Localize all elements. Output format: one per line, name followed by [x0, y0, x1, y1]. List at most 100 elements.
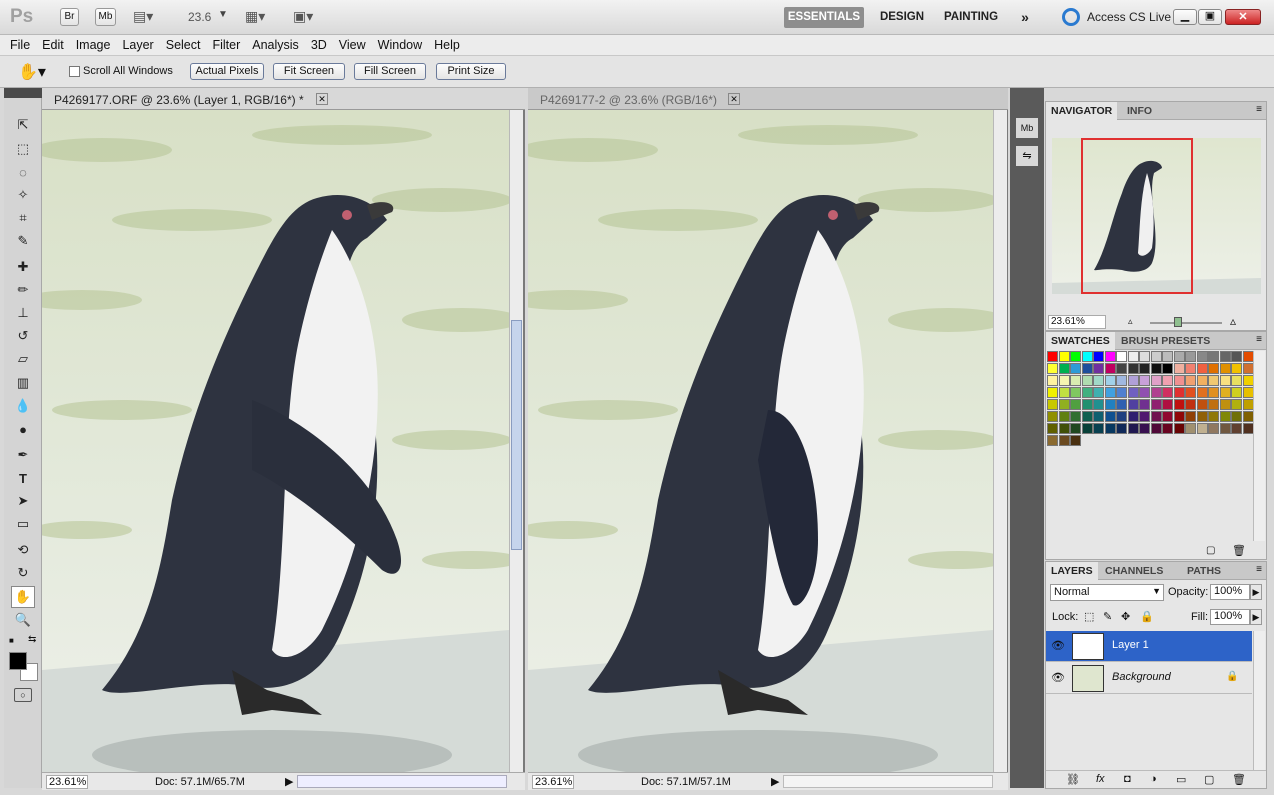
layer-1-name[interactable]: Layer 1 — [1112, 639, 1149, 651]
color-swatch[interactable] — [1081, 351, 1093, 362]
zoom-dropdown-icon[interactable]: ▼ — [218, 9, 228, 20]
color-swatch[interactable] — [1070, 399, 1081, 410]
color-swatch[interactable] — [1058, 363, 1070, 374]
more-workspaces-icon[interactable]: » — [1014, 7, 1036, 28]
fill-arrow-icon[interactable]: ▶ — [1250, 609, 1262, 625]
background-visibility-eye-icon[interactable]: 👁 — [1051, 671, 1065, 684]
lock-transparency-icon[interactable]: ⬚ — [1084, 610, 1094, 623]
color-swatch[interactable] — [1047, 375, 1058, 386]
color-swatch[interactable] — [1185, 351, 1196, 362]
hand-tool-preset-icon[interactable]: ✋▾ — [18, 62, 46, 82]
brush-tool-icon[interactable]: ✏ — [11, 279, 35, 301]
menu-image[interactable]: Image — [70, 35, 117, 55]
color-swatch[interactable] — [1219, 363, 1231, 374]
cs-live-label[interactable]: Access CS Live — [1087, 10, 1171, 24]
path-selection-tool-icon[interactable]: ➤ — [11, 490, 35, 512]
color-swatch[interactable] — [1185, 387, 1196, 398]
color-swatch[interactable] — [1104, 423, 1116, 434]
zoom-tool-icon[interactable]: 🔍 — [11, 609, 35, 631]
canvas-1-scroll-thumb[interactable] — [511, 320, 522, 550]
color-swatch[interactable] — [1185, 363, 1196, 374]
color-swatch[interactable] — [1150, 351, 1162, 362]
color-swatch[interactable] — [1242, 423, 1254, 434]
color-swatch[interactable] — [1173, 375, 1185, 386]
layer-row-background[interactable]: 👁 Background 🔒 — [1046, 663, 1252, 694]
color-swatch[interactable] — [1058, 399, 1070, 410]
color-swatch[interactable] — [1058, 375, 1070, 386]
color-swatch[interactable] — [1173, 399, 1185, 410]
maximize-button[interactable]: ▣ — [1198, 9, 1222, 25]
color-swatch[interactable] — [1196, 399, 1208, 410]
minimize-button[interactable]: ▁ — [1173, 9, 1197, 25]
color-swatch[interactable] — [1242, 375, 1254, 386]
tab-channels[interactable]: CHANNELS — [1100, 562, 1168, 580]
new-swatch-icon[interactable]: ▢ — [1206, 545, 1215, 556]
color-swatch[interactable] — [1070, 375, 1081, 386]
color-swatch[interactable] — [1150, 363, 1162, 374]
pen-tool-icon[interactable]: ✒ — [11, 444, 35, 466]
fill-screen-button[interactable]: Fill Screen — [354, 63, 426, 80]
color-swatch[interactable] — [1150, 375, 1162, 386]
eyedropper-tool-icon[interactable]: ✎ — [11, 230, 35, 252]
color-swatch[interactable] — [1047, 399, 1058, 410]
color-swatch[interactable] — [1231, 411, 1242, 422]
blend-mode-select[interactable]: Normal ▼ — [1050, 584, 1164, 601]
color-swatch[interactable] — [1127, 387, 1139, 398]
color-swatch[interactable] — [1150, 399, 1162, 410]
color-swatch[interactable] — [1162, 375, 1173, 386]
menu-filter[interactable]: Filter — [206, 35, 246, 55]
actual-pixels-button[interactable]: Actual Pixels — [190, 63, 264, 80]
color-swatch[interactable] — [1127, 351, 1139, 362]
scroll-all-checkbox[interactable] — [69, 66, 80, 77]
marquee-tool-icon[interactable]: ⬚ — [11, 138, 35, 160]
delete-swatch-icon[interactable]: 🗑 — [1232, 544, 1246, 557]
color-swatch[interactable] — [1139, 423, 1150, 434]
color-swatch[interactable] — [1162, 387, 1173, 398]
color-swatch[interactable] — [1139, 375, 1150, 386]
color-swatch[interactable] — [1231, 399, 1242, 410]
mini-bridge-button[interactable]: Mb — [95, 8, 116, 26]
type-tool-icon[interactable]: T — [11, 467, 35, 489]
zoom-level-field[interactable]: 23.6 — [188, 10, 211, 24]
color-swatch[interactable] — [1196, 351, 1208, 362]
color-swatch[interactable] — [1104, 351, 1116, 362]
document-tab-1[interactable]: P4269177.ORF @ 23.6% (Layer 1, RGB/16*) … — [42, 88, 525, 110]
color-swatch[interactable] — [1047, 363, 1058, 374]
color-swatch[interactable] — [1093, 387, 1104, 398]
color-swatch[interactable] — [1070, 351, 1081, 362]
fill-field[interactable]: 100% — [1210, 609, 1250, 625]
opacity-field[interactable]: 100% — [1210, 584, 1250, 600]
color-swatch[interactable] — [1219, 387, 1231, 398]
color-swatch[interactable] — [1058, 387, 1070, 398]
close-document-2-icon[interactable]: ✕ — [728, 93, 740, 105]
color-swatch[interactable] — [1231, 387, 1242, 398]
color-swatch[interactable] — [1058, 351, 1070, 362]
color-swatch[interactable] — [1219, 375, 1231, 386]
color-swatch[interactable] — [1070, 423, 1081, 434]
color-swatch[interactable] — [1162, 351, 1173, 362]
color-swatch[interactable] — [1173, 411, 1185, 422]
color-swatch[interactable] — [1047, 387, 1058, 398]
canvas-2[interactable] — [528, 110, 993, 772]
color-swatch[interactable] — [1081, 423, 1093, 434]
default-colors-icon[interactable]: ■ — [9, 636, 14, 645]
adjustment-layer-icon[interactable]: ◑ — [1150, 773, 1157, 785]
color-swatch[interactable] — [1219, 351, 1231, 362]
layers-scrollbar[interactable] — [1253, 631, 1265, 771]
menu-layer[interactable]: Layer — [116, 35, 159, 55]
color-swatch[interactable] — [1162, 423, 1173, 434]
color-swatch[interactable] — [1081, 363, 1093, 374]
foreground-color-swatch[interactable] — [9, 652, 27, 670]
workspace-painting[interactable]: PAINTING — [936, 7, 1006, 28]
workspace-design[interactable]: DESIGN — [872, 7, 932, 28]
color-swatch[interactable] — [1219, 423, 1231, 434]
background-layer-name[interactable]: Background — [1112, 671, 1171, 683]
canvas-2-vertical-scrollbar[interactable] — [993, 110, 1007, 772]
canvas-1[interactable] — [42, 110, 509, 772]
arrange-documents-icon[interactable]: ▦▾ — [245, 8, 265, 25]
menu-edit[interactable]: Edit — [36, 35, 70, 55]
menu-analysis[interactable]: Analysis — [246, 35, 305, 55]
gradient-tool-icon[interactable]: ▥ — [11, 372, 35, 394]
color-swatch[interactable] — [1116, 411, 1127, 422]
layers-panel-menu-icon[interactable]: ≡ — [1256, 564, 1262, 575]
